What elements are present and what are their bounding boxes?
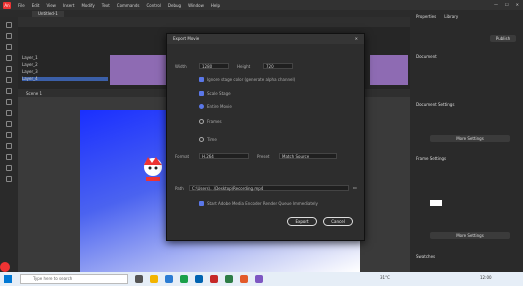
time-radio[interactable] — [199, 137, 204, 142]
frames-radio[interactable] — [199, 119, 204, 124]
open-encoder-label: Start Adobe Media Encoder Render Queue I… — [207, 201, 318, 206]
width-label: Width — [175, 64, 187, 69]
menu-view[interactable]: View — [46, 3, 56, 8]
layer-row[interactable]: Layer_1 — [22, 56, 108, 60]
close-icon[interactable]: ✕ — [355, 34, 358, 44]
timeline-header — [18, 17, 410, 27]
edge-icon[interactable] — [165, 275, 173, 283]
pencil-tool-icon[interactable] — [6, 110, 12, 116]
brush-tool-icon[interactable] — [6, 121, 12, 127]
export-dialog: Export Movie ✕ Width 1280 Height 720 Ign… — [166, 33, 365, 241]
task-view-icon[interactable] — [135, 275, 143, 283]
file-explorer-icon[interactable] — [150, 275, 158, 283]
format-label: Format — [175, 154, 190, 159]
windows-start-icon[interactable] — [4, 275, 12, 283]
cancel-button[interactable]: Cancel — [323, 217, 353, 226]
minimize-icon[interactable]: — — [494, 2, 498, 7]
scene-label[interactable]: Scene 1 — [26, 91, 42, 96]
text-tool-icon[interactable] — [6, 77, 12, 83]
layer-row[interactable]: Layer_3 — [22, 70, 108, 74]
menu-insert[interactable]: Insert — [63, 3, 74, 8]
weather-label[interactable]: 31°C — [380, 275, 390, 280]
tab-library[interactable]: Library — [444, 14, 458, 19]
frames-label: Frames — [207, 119, 222, 124]
character-graphic[interactable] — [138, 155, 168, 185]
path-label: Path — [175, 186, 184, 191]
properties-panel: Properties Library Publish Document Docu… — [410, 10, 523, 272]
path-field[interactable]: C:\Users\...\Desktop\Recording.mp4 — [189, 185, 349, 191]
timeline-frames-right[interactable] — [370, 55, 408, 85]
transform-tool-icon[interactable] — [6, 44, 12, 50]
panel-tabs: Properties Library — [410, 10, 523, 23]
section-document: Document — [416, 54, 437, 59]
bucket-tool-icon[interactable] — [6, 132, 12, 138]
menu-commands[interactable]: Commands — [117, 3, 140, 8]
window-controls: — ☐ ✕ — [494, 2, 519, 7]
format-select[interactable]: H.264 — [199, 153, 249, 159]
preset-select[interactable]: Match Source — [279, 153, 337, 159]
search-placeholder: Type here to search — [33, 276, 73, 281]
ignore-stage-color-checkbox[interactable] — [199, 77, 204, 82]
zoom-tool-icon[interactable] — [6, 176, 12, 182]
app-logo-icon: An — [3, 1, 11, 9]
folder-icon[interactable]: ▭ — [353, 185, 357, 190]
export-button[interactable]: Export — [287, 217, 317, 226]
menu-file[interactable]: File — [18, 3, 25, 8]
publish-button[interactable]: Publish — [490, 35, 516, 42]
hand-tool-icon[interactable] — [6, 165, 12, 171]
preset-label: Preset — [257, 154, 270, 159]
entire-movie-radio[interactable] — [199, 104, 204, 109]
height-label: Height — [237, 64, 251, 69]
maximize-icon[interactable]: ☐ — [505, 2, 509, 7]
entire-movie-label: Entire Movie — [207, 104, 232, 109]
eyedropper-tool-icon[interactable] — [6, 143, 12, 149]
menubar: An File Edit View Insert Modify Text Com… — [0, 0, 523, 10]
document-tabs: Untitled-1 — [0, 10, 410, 17]
scale-stage-label: Scale Stage — [207, 91, 231, 96]
powerpoint-icon[interactable] — [240, 275, 248, 283]
menu-modify[interactable]: Modify — [81, 3, 94, 8]
section-document-settings[interactable]: Document Settings — [416, 102, 454, 107]
open-encoder-checkbox[interactable] — [199, 201, 204, 206]
menu-window[interactable]: Window — [188, 3, 204, 8]
lasso-tool-icon[interactable] — [6, 55, 12, 61]
layer-row-selected[interactable]: Layer_4 — [22, 77, 108, 81]
stage-color-swatch[interactable] — [430, 200, 442, 206]
menu-edit[interactable]: Edit — [32, 3, 40, 8]
layer-row[interactable]: Layer_2 — [22, 63, 108, 67]
more-settings-button[interactable]: More Settings — [430, 135, 510, 142]
more-settings-button-2[interactable]: More Settings — [430, 232, 510, 239]
app-icon[interactable] — [255, 275, 263, 283]
subselection-tool-icon[interactable] — [6, 33, 12, 39]
timeline-frames[interactable] — [110, 55, 166, 85]
rectangle-tool-icon[interactable] — [6, 99, 12, 105]
menu-debug[interactable]: Debug — [168, 3, 181, 8]
selection-tool-icon[interactable] — [6, 22, 12, 28]
close-icon[interactable]: ✕ — [516, 2, 519, 7]
ignore-stage-color-label: Ignore stage color (generate alpha chann… — [207, 77, 296, 82]
height-field[interactable]: 720 — [263, 63, 293, 69]
section-frame-settings[interactable]: Frame Settings — [416, 156, 446, 161]
animate-taskbar-icon[interactable] — [210, 275, 218, 283]
section-swatches[interactable]: Swatches — [416, 254, 435, 259]
tab-properties[interactable]: Properties — [416, 14, 436, 19]
line-tool-icon[interactable] — [6, 88, 12, 94]
time-label: Time — [207, 137, 217, 142]
menu-control[interactable]: Control — [146, 3, 160, 8]
width-field[interactable]: 1280 — [199, 63, 229, 69]
dialog-title: Export Movie — [167, 34, 364, 44]
chrome-icon[interactable] — [180, 275, 188, 283]
menu-help[interactable]: Help — [211, 3, 220, 8]
menu-text[interactable]: Text — [102, 3, 110, 8]
taskbar-search[interactable]: Type here to search — [20, 274, 128, 284]
pen-tool-icon[interactable] — [6, 66, 12, 72]
eraser-tool-icon[interactable] — [6, 154, 12, 160]
record-icon[interactable] — [0, 262, 10, 272]
scale-stage-checkbox[interactable] — [199, 91, 204, 96]
store-icon[interactable] — [195, 275, 203, 283]
tools-panel — [0, 17, 18, 272]
clock[interactable]: 12:00 — [480, 275, 492, 280]
excel-icon[interactable] — [225, 275, 233, 283]
